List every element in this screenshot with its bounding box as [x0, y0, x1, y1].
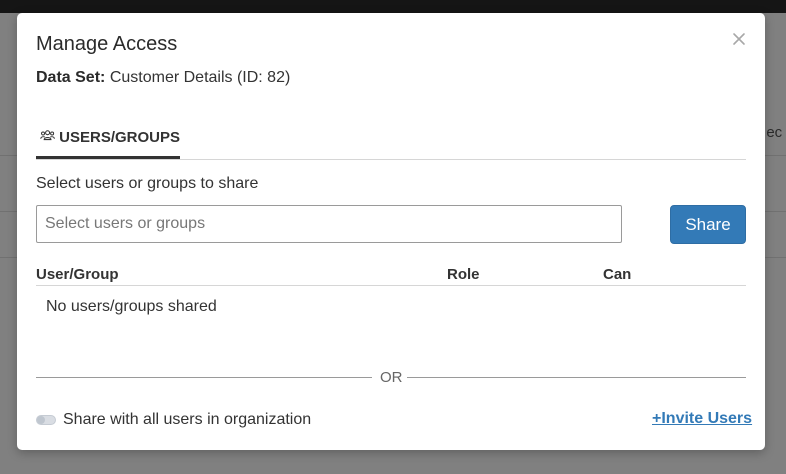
org-share-toggle[interactable]	[36, 415, 56, 425]
top-nav-bar	[0, 0, 786, 13]
empty-table-message: No users/groups shared	[46, 298, 217, 315]
or-divider-text: OR	[380, 369, 403, 386]
table-header: User/Group Role Can	[36, 265, 746, 286]
dataset-label: Data Set:	[36, 69, 106, 86]
divider-line-right	[407, 377, 746, 378]
column-header-user-group: User/Group	[36, 266, 119, 283]
toggle-knob	[37, 416, 45, 424]
invite-users-link[interactable]: +Invite Users	[652, 410, 752, 428]
shared-users-table: User/Group Role Can No users/groups shar…	[36, 265, 746, 315]
share-button[interactable]: Share	[670, 205, 746, 244]
manage-access-modal: Manage Access Data Set: Customer Details…	[17, 13, 765, 450]
column-header-can: Can	[603, 266, 632, 283]
tab-users-groups[interactable]: USERS/GROUPS	[36, 123, 180, 159]
dataset-value: Customer Details (ID: 82)	[109, 69, 291, 86]
tab-label: USERS/GROUPS	[59, 129, 180, 146]
share-select-label: Select users or groups to share	[36, 175, 259, 192]
org-share-label: Share with all users in organization	[63, 411, 312, 428]
dataset-info: Data Set: Customer Details (ID: 82)	[36, 69, 290, 87]
users-groups-select-input[interactable]	[36, 205, 622, 243]
tab-bar: USERS/GROUPS	[36, 123, 746, 160]
org-share-row: Share with all users in organization	[36, 411, 311, 429]
or-divider: OR	[36, 368, 746, 388]
column-header-role: Role	[447, 266, 480, 283]
close-icon[interactable]	[730, 30, 748, 48]
users-group-icon	[40, 130, 55, 141]
modal-title: Manage Access	[36, 33, 178, 55]
divider-line-left	[36, 377, 372, 378]
